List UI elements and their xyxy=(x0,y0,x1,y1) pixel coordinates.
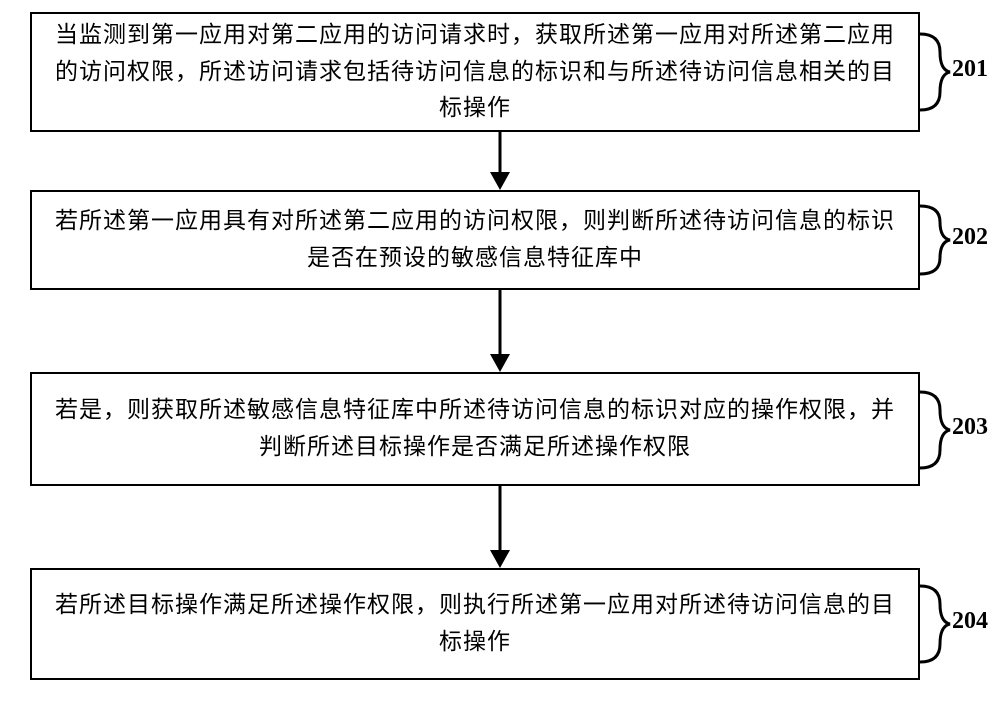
flow-step-204: 若所述目标操作满足所述操作权限，则执行所述第一应用对所述待访问信息的目标操作 xyxy=(30,568,920,680)
flow-step-text: 若所述第一应用具有对所述第二应用的访问权限，则判断所述待访问信息的标识是否在预设… xyxy=(50,203,900,277)
brace-connector xyxy=(918,32,950,112)
flow-arrow xyxy=(484,290,516,379)
flow-step-203: 若是，则获取所述敏感信息特征库中所述待访问信息的标识对应的操作权限，并判断所述目… xyxy=(30,372,920,486)
brace-connector xyxy=(918,204,950,276)
flow-step-number: 204 xyxy=(952,608,988,635)
flow-arrow xyxy=(484,486,516,575)
flow-step-202: 若所述第一应用具有对所述第二应用的访问权限，则判断所述待访问信息的标识是否在预设… xyxy=(30,190,920,290)
flow-step-number: 202 xyxy=(952,224,988,251)
flow-arrow xyxy=(484,132,516,197)
flow-step-number: 203 xyxy=(952,414,988,441)
flow-step-text: 若所述目标操作满足所述操作权限，则执行所述第一应用对所述待访问信息的目标操作 xyxy=(50,587,900,661)
flow-step-201: 当监测到第一应用对第二应用的访问请求时，获取所述第一应用对所述第二应用的访问权限… xyxy=(30,12,920,132)
brace-connector xyxy=(918,584,950,664)
flowchart-canvas: 当监测到第一应用对第二应用的访问请求时，获取所述第一应用对所述第二应用的访问权限… xyxy=(0,0,1000,710)
brace-connector xyxy=(918,390,950,470)
flow-step-text: 当监测到第一应用对第二应用的访问请求时，获取所述第一应用对所述第二应用的访问权限… xyxy=(50,17,900,127)
flow-step-text: 若是，则获取所述敏感信息特征库中所述待访问信息的标识对应的操作权限，并判断所述目… xyxy=(50,392,900,466)
flow-step-number: 201 xyxy=(952,56,988,83)
